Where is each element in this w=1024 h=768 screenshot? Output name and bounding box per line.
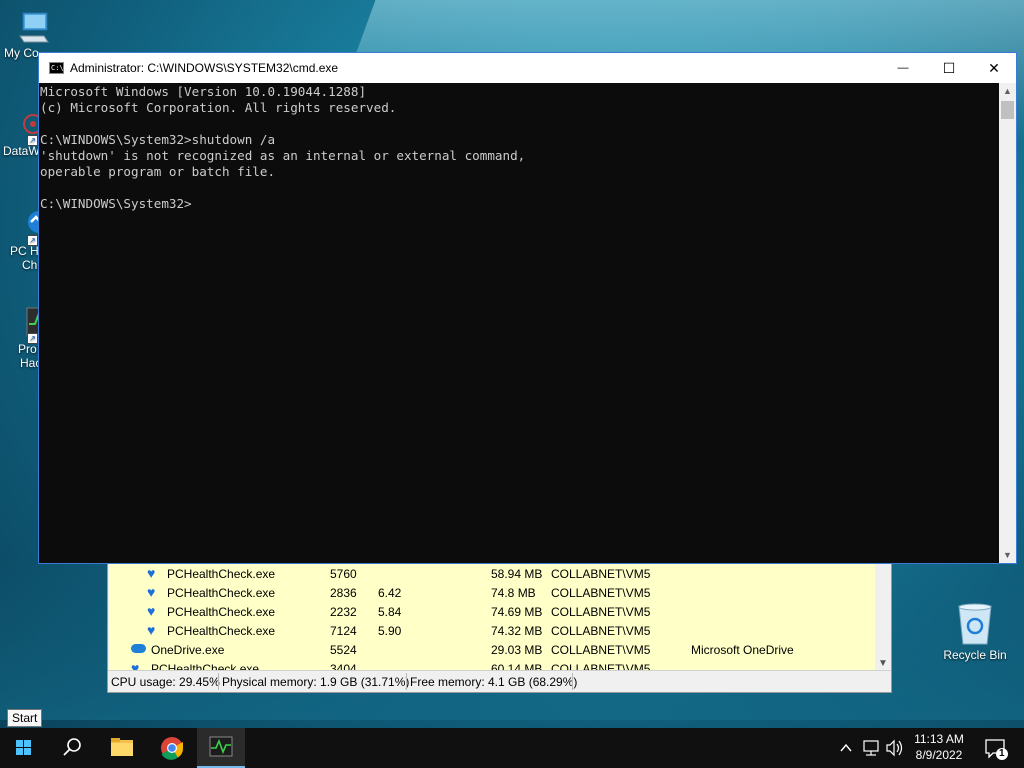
heart-icon: ♥ (147, 603, 156, 619)
search-icon (63, 738, 81, 756)
process-cpu: 6.42 (378, 586, 402, 600)
window-title: Administrator: C:\WINDOWS\SYSTEM32\cmd.e… (70, 61, 339, 75)
process-row[interactable]: ♥ PCHealthCheck.exe 5760 58.94 MB COLLABNET\… (109, 564, 875, 583)
clock-date: 8/9/2022 (915, 748, 963, 762)
taskbar-clock[interactable]: 11:13 AM 8/9/2022 (910, 731, 968, 763)
process-row[interactable]: ♥ PCHealthCheck.exe 7124 5.90 74.32 MB COLLAB… (109, 621, 875, 640)
status-separator (218, 673, 219, 690)
search-button[interactable] (48, 728, 96, 768)
free-memory-status: Free memory: 4.1 GB (68.29%) (410, 675, 578, 689)
network-icon[interactable] (863, 740, 879, 756)
process-hacker-window[interactable]: ♥ PCHealthCheck.exe 5760 58.94 MB COLLABNET\… (107, 560, 892, 693)
status-bar: CPU usage: 29.45% Physical memory: 1.9 G… (108, 670, 891, 692)
process-memory: 74.8 MB (491, 586, 536, 600)
shortcut-arrow-icon: ↗ (27, 235, 38, 246)
volume-icon[interactable] (886, 739, 903, 757)
console-line: Microsoft Windows [Version 10.0.19044.12… (40, 84, 367, 99)
chevron-up-icon[interactable] (840, 743, 852, 752)
notification-count-badge: 1 (999, 748, 1005, 759)
process-row[interactable]: ♥ PCHealthCheck.exe 2232 5.84 74.69 MB COLLAB… (109, 602, 875, 621)
console-scrollbar[interactable]: ▲ ▼ (999, 83, 1016, 563)
process-memory: 58.94 MB (491, 567, 543, 581)
console-line: C:\WINDOWS\System32> (40, 196, 192, 211)
cmd-window[interactable]: C:\ Administrator: C:\WINDOWS\SYSTEM32\c… (38, 52, 1017, 564)
scroll-down-icon[interactable]: ▼ (878, 658, 888, 669)
system-tray (835, 728, 915, 768)
process-pid: 5760 (330, 567, 357, 581)
process-hacker-taskbar-button[interactable] (197, 728, 245, 768)
process-user: COLLABNET\VM5 (551, 624, 651, 638)
console-output[interactable]: Microsoft Windows [Version 10.0.19044.12… (39, 83, 999, 563)
process-name: OneDrive.exe (151, 643, 225, 657)
maximize-button[interactable]: ☐ (926, 53, 972, 83)
console-line: (c) Microsoft Corporation. All rights re… (40, 100, 397, 115)
heart-icon: ♥ (147, 622, 156, 638)
folder-icon (111, 738, 133, 756)
console-line: C:\WINDOWS\System32>shutdown /a (40, 132, 276, 147)
clock-time: 11:13 AM (914, 732, 964, 746)
process-description: Microsoft OneDrive (691, 643, 794, 657)
process-pid: 2232 (330, 605, 357, 619)
physical-memory-status: Physical memory: 1.9 GB (31.71%) (222, 675, 410, 689)
process-user: COLLABNET\VM5 (551, 567, 651, 581)
process-list[interactable]: ♥ PCHealthCheck.exe 5760 58.94 MB COLLABNET\… (109, 561, 875, 671)
status-separator (572, 673, 573, 690)
process-name: PCHealthCheck.exe (167, 586, 276, 600)
process-row[interactable]: ♥ PCHealthCheck.exe 2836 6.42 74.8 MB COLLABN… (109, 583, 875, 602)
recycle-bin-label: Recycle Bin (943, 648, 1007, 662)
chrome-icon (161, 737, 184, 760)
desktop-icon-recycle-bin[interactable]: Recycle Bin (940, 602, 1010, 662)
cloud-icon (131, 644, 146, 653)
process-user: COLLABNET\VM5 (551, 643, 651, 657)
scroll-down-icon[interactable]: ▼ (1003, 550, 1012, 560)
process-row[interactable]: OneDrive.exe 5524 29.03 MB COLLABNET\VM5 Mic… (109, 640, 875, 659)
process-name: PCHealthCheck.exe (167, 605, 276, 619)
process-user: COLLABNET\VM5 (551, 605, 651, 619)
minimize-button[interactable]: — (880, 53, 926, 83)
cmd-title-bar[interactable]: C:\ Administrator: C:\WINDOWS\SYSTEM32\c… (39, 53, 1016, 83)
console-line: operable program or batch file. (40, 164, 276, 179)
chrome-button[interactable] (148, 728, 196, 768)
recycle-bin-icon (955, 602, 995, 646)
process-pid: 7124 (330, 624, 357, 638)
scroll-up-icon[interactable]: ▲ (1003, 86, 1012, 96)
process-memory: 74.32 MB (491, 624, 543, 638)
heart-icon: ♥ (147, 584, 156, 600)
shortcut-arrow-icon: ↗ (27, 135, 38, 146)
start-tooltip: Start (7, 709, 43, 727)
shortcut-arrow-icon: ↗ (27, 333, 38, 344)
process-name: PCHealthCheck.exe (167, 624, 276, 638)
cmd-app-icon[interactable]: C:\ (49, 62, 64, 74)
heart-icon: ♥ (147, 565, 156, 581)
process-name: PCHealthCheck.exe (167, 567, 276, 581)
scrollbar-thumb[interactable] (1001, 101, 1014, 119)
start-button[interactable] (0, 728, 48, 768)
computer-icon (17, 10, 51, 44)
process-pid: 5524 (330, 643, 357, 657)
file-explorer-button[interactable] (98, 728, 146, 768)
process-cpu: 5.90 (378, 624, 402, 638)
status-separator (406, 673, 407, 690)
taskbar: 11:13 AM 8/9/2022 1 (0, 728, 1024, 768)
activity-graph-icon (209, 736, 233, 757)
process-memory: 74.69 MB (491, 605, 543, 619)
cpu-usage-status: CPU usage: 29.45% (111, 675, 220, 689)
console-line: 'shutdown' is not recognized as an inter… (40, 148, 526, 163)
process-user: COLLABNET\VM5 (551, 586, 651, 600)
notification-center-button[interactable]: 1 (976, 728, 1024, 768)
process-memory: 29.03 MB (491, 643, 543, 657)
windows-logo-icon (16, 740, 31, 755)
process-list-scrollbar[interactable]: ▼ (875, 561, 891, 671)
process-cpu: 5.84 (378, 605, 402, 619)
close-button[interactable]: ✕ (971, 53, 1017, 83)
process-pid: 2836 (330, 586, 357, 600)
